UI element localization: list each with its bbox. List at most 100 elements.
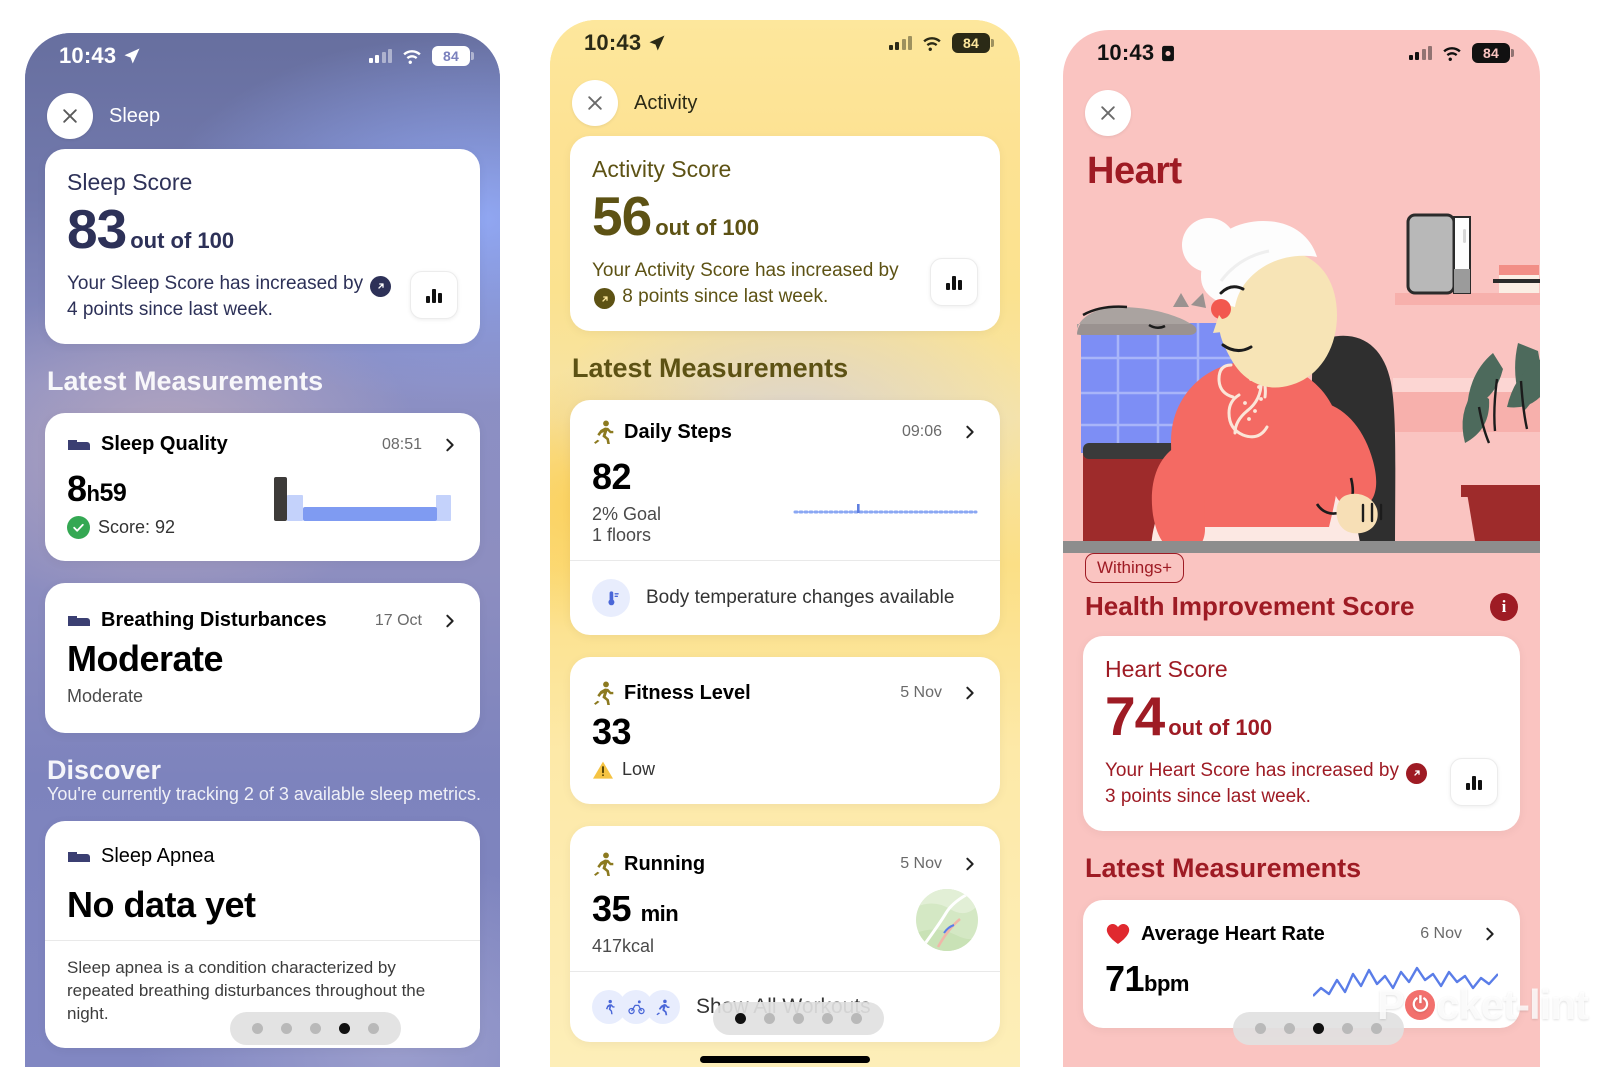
page-dot[interactable] xyxy=(252,1023,263,1034)
battery-indicator: 84 xyxy=(952,33,994,53)
phone-panel-activity: 10:43 84 Activity Activity Score 56 out … xyxy=(550,20,1020,1067)
measurement-name: Breathing Disturbances xyxy=(101,609,327,632)
measurement-name: Daily Steps xyxy=(624,420,732,443)
battery-indicator: 84 xyxy=(1472,43,1514,63)
close-icon xyxy=(1101,106,1115,120)
page-dot-active[interactable] xyxy=(1313,1023,1324,1034)
sleep-section-title: Latest Measurements xyxy=(47,366,324,397)
cellular-signal-icon xyxy=(368,49,392,63)
body-temperature-label: Body temperature changes available xyxy=(646,587,955,609)
heart-score-value: 74 xyxy=(1105,685,1165,747)
phone-panel-heart: 10:43 84 Heart Withings+ Health Improvem… xyxy=(1063,30,1540,1067)
bed-icon xyxy=(68,615,90,626)
page-dot[interactable] xyxy=(368,1023,379,1034)
close-button-heart[interactable] xyxy=(1085,90,1131,136)
page-dot[interactable] xyxy=(764,1013,775,1024)
body-temperature-row[interactable]: Body temperature changes available xyxy=(592,561,978,635)
page-dot[interactable] xyxy=(310,1023,321,1034)
running-icon xyxy=(594,681,614,706)
activity-score-value: 56 xyxy=(592,185,652,247)
screen-record-icon xyxy=(1162,45,1175,61)
nav-row-heart xyxy=(1063,76,1540,146)
chevron-right-icon xyxy=(1486,927,1494,941)
page-title-heart: Heart xyxy=(1087,150,1182,192)
page-title-sleep: Sleep xyxy=(109,104,161,127)
measurement-card-daily-steps[interactable]: Daily Steps 09:06 82 2% Goal 1 floors Bo… xyxy=(570,400,1000,636)
measurement-name: Running xyxy=(624,852,706,875)
bed-icon xyxy=(68,851,90,862)
page-dot[interactable] xyxy=(281,1023,292,1034)
page-dots-heart[interactable] xyxy=(1233,1012,1404,1045)
page-dot[interactable] xyxy=(793,1013,804,1024)
page-dot[interactable] xyxy=(851,1013,862,1024)
sleep-chart-button[interactable] xyxy=(410,271,458,319)
sleep-bed-bar-icon xyxy=(266,476,458,525)
measurement-card-breathing-disturbances[interactable]: Breathing Disturbances 17 Oct Moderate M… xyxy=(45,583,480,734)
health-improvement-score-row: Health Improvement Score i xyxy=(1063,591,1540,636)
page-dot[interactable] xyxy=(1255,1023,1266,1034)
cellular-signal-icon xyxy=(1408,46,1432,60)
withings-plus-badge[interactable]: Withings+ xyxy=(1085,553,1185,583)
measurement-date: 5 Nov xyxy=(900,855,942,873)
sleep-score-card[interactable]: Sleep Score 83 out of 100 Your Sleep Sco… xyxy=(45,149,480,345)
page-dots-activity[interactable] xyxy=(713,1002,884,1035)
activity-chart-button[interactable] xyxy=(930,258,978,306)
cellular-signal-icon xyxy=(888,36,912,50)
check-circle-icon xyxy=(67,516,90,540)
measurement-subtext: Moderate xyxy=(67,686,144,707)
home-indicator xyxy=(700,1056,870,1063)
page-dots-sleep[interactable] xyxy=(230,1012,401,1045)
running-icon xyxy=(594,420,614,445)
bed-icon xyxy=(68,439,90,450)
health-improvement-score-title: Health Improvement Score xyxy=(1085,591,1415,621)
thermometer-icon xyxy=(592,579,630,618)
heart-score-card[interactable]: Heart Score 74 out of 100 Your Heart Sco… xyxy=(1083,636,1520,832)
discover-card-name: Sleep Apnea xyxy=(101,845,215,868)
measurement-value: 8h59 xyxy=(67,468,127,510)
page-dot[interactable] xyxy=(1371,1023,1382,1034)
nav-row-activity: Activity xyxy=(550,66,1020,136)
discover-subtitle: You're currently tracking 2 of 3 availab… xyxy=(47,784,481,805)
page-title-activity: Activity xyxy=(634,91,698,114)
measurement-date: 17 Oct xyxy=(374,611,422,629)
close-button-sleep[interactable] xyxy=(47,93,93,139)
page-dot[interactable] xyxy=(822,1013,833,1024)
status-time: 10:43 xyxy=(584,30,642,55)
heart-score-change-text: Your Heart Score has increased by 3 poin… xyxy=(1105,758,1440,809)
measurement-value: 33 xyxy=(592,711,632,753)
activity-score-change-text: Your Activity Score has increased by 8 p… xyxy=(592,258,920,310)
measurement-name: Average Heart Rate xyxy=(1141,922,1325,945)
discover-card-value: No data yet xyxy=(67,884,256,926)
measurement-value: Moderate xyxy=(67,638,224,680)
measurement-card-fitness-level[interactable]: Fitness Level 5 Nov 33 Low xyxy=(570,657,1000,805)
phone-panel-sleep: 10:43 84 Sleep Sleep Score 83 out of 100… xyxy=(25,33,500,1067)
measurement-card-average-heart-rate[interactable]: Average Heart Rate 6 Nov 71bpm xyxy=(1083,900,1520,1029)
sleep-score-label: Sleep Score xyxy=(67,169,193,195)
page-dot[interactable] xyxy=(1284,1023,1295,1034)
measurement-calories: 417kcal xyxy=(592,936,655,957)
route-map-thumbnail[interactable] xyxy=(916,888,978,951)
dotted-line-chart-icon xyxy=(793,488,978,528)
measurement-floors: 1 floors xyxy=(592,525,652,546)
page-dot[interactable] xyxy=(1342,1023,1353,1034)
close-icon xyxy=(63,109,77,123)
trend-up-arrow-icon xyxy=(594,288,615,310)
measurement-name: Fitness Level xyxy=(624,681,751,704)
sleep-score-value: 83 xyxy=(67,198,127,260)
heart-chart-button[interactable] xyxy=(1450,758,1498,806)
sleep-score-outof: out of 100 xyxy=(130,228,235,253)
measurement-subtext: Score: 92 xyxy=(67,516,266,540)
info-icon[interactable]: i xyxy=(1490,592,1518,621)
status-bar-sleep: 10:43 84 xyxy=(25,33,500,79)
measurement-date: 09:06 xyxy=(901,423,942,441)
activity-score-label: Activity Score xyxy=(592,156,732,182)
activity-score-card[interactable]: Activity Score 56 out of 100 Your Activi… xyxy=(570,136,1000,332)
trend-up-arrow-icon xyxy=(370,275,392,297)
close-button-activity[interactable] xyxy=(572,80,618,126)
measurement-card-sleep-quality[interactable]: Sleep Quality 08:51 8h59 Score: 92 xyxy=(45,413,480,562)
page-dot-active[interactable] xyxy=(339,1023,350,1034)
chevron-right-icon xyxy=(446,614,454,628)
running-icon xyxy=(594,852,614,877)
page-dot-active[interactable] xyxy=(735,1013,746,1024)
wifi-icon xyxy=(923,36,941,51)
